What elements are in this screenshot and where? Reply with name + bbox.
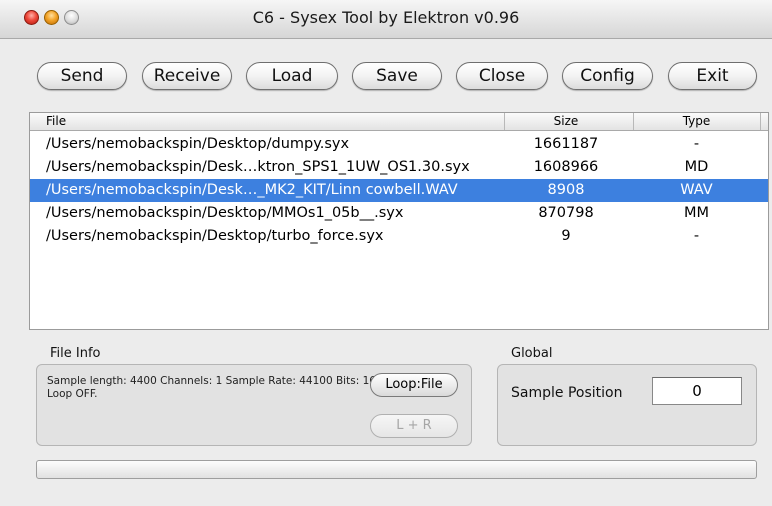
column-header-size[interactable]: Size bbox=[505, 114, 627, 128]
cell-size: 870798 bbox=[538, 205, 594, 221]
cell-type: - bbox=[693, 228, 700, 244]
sample-position-label: Sample Position bbox=[511, 385, 623, 401]
cell-size: 1661187 bbox=[533, 136, 599, 152]
cell-file: /Users/nemobackspin/Desktop/MMOs1_05b__.… bbox=[46, 205, 404, 221]
table-header: File Size Type bbox=[30, 113, 768, 131]
window-title: C6 - Sysex Tool by Elektron v0.96 bbox=[252, 8, 520, 27]
save-button[interactable]: Save bbox=[352, 62, 442, 90]
table-row[interactable]: /Users/nemobackspin/Desktop/turbo_force.… bbox=[30, 225, 768, 248]
global-label: Global bbox=[511, 346, 553, 361]
table-row-selected[interactable]: /Users/nemobackspin/Desk…_MK2_KIT/Linn c… bbox=[30, 179, 768, 202]
load-button[interactable]: Load bbox=[246, 62, 338, 90]
progress-bar bbox=[36, 460, 757, 479]
cell-size: 8908 bbox=[547, 182, 585, 198]
loop-file-button[interactable]: Loop:File bbox=[370, 373, 458, 397]
close-button[interactable]: Close bbox=[456, 62, 548, 90]
cell-type: MM bbox=[683, 205, 710, 221]
cell-type: WAV bbox=[680, 182, 713, 198]
table-row[interactable]: /Users/nemobackspin/Desktop/MMOs1_05b__.… bbox=[30, 202, 768, 225]
cell-type: - bbox=[693, 136, 700, 152]
title-bar: C6 - Sysex Tool by Elektron v0.96 bbox=[0, 0, 772, 39]
column-header-file[interactable]: File bbox=[46, 114, 66, 128]
sample-position-input[interactable]: 0 bbox=[652, 377, 742, 405]
file-info-text: Sample length: 4400 Channels: 1 Sample R… bbox=[47, 375, 376, 400]
cell-file: /Users/nemobackspin/Desk…ktron_SPS1_1UW_… bbox=[46, 159, 470, 175]
left-right-button[interactable]: L + R bbox=[370, 414, 458, 438]
file-table[interactable]: File Size Type /Users/nemobackspin/Deskt… bbox=[29, 112, 769, 330]
send-button[interactable]: Send bbox=[37, 62, 127, 90]
cell-type: MD bbox=[684, 159, 709, 175]
cell-file: /Users/nemobackspin/Desktop/turbo_force.… bbox=[46, 228, 384, 244]
column-header-type[interactable]: Type bbox=[634, 114, 759, 128]
exit-button[interactable]: Exit bbox=[668, 62, 757, 90]
column-divider bbox=[760, 113, 761, 130]
cell-size: 1608966 bbox=[533, 159, 599, 175]
file-info-label: File Info bbox=[50, 346, 101, 361]
table-row[interactable]: /Users/nemobackspin/Desk…ktron_SPS1_1UW_… bbox=[30, 156, 768, 179]
config-button[interactable]: Config bbox=[562, 62, 653, 90]
cell-size: 9 bbox=[561, 228, 571, 244]
table-row[interactable]: /Users/nemobackspin/Desktop/dumpy.syx 16… bbox=[30, 133, 768, 156]
receive-button[interactable]: Receive bbox=[142, 62, 232, 90]
cell-file: /Users/nemobackspin/Desk…_MK2_KIT/Linn c… bbox=[46, 182, 458, 198]
cell-file: /Users/nemobackspin/Desktop/dumpy.syx bbox=[46, 136, 350, 152]
